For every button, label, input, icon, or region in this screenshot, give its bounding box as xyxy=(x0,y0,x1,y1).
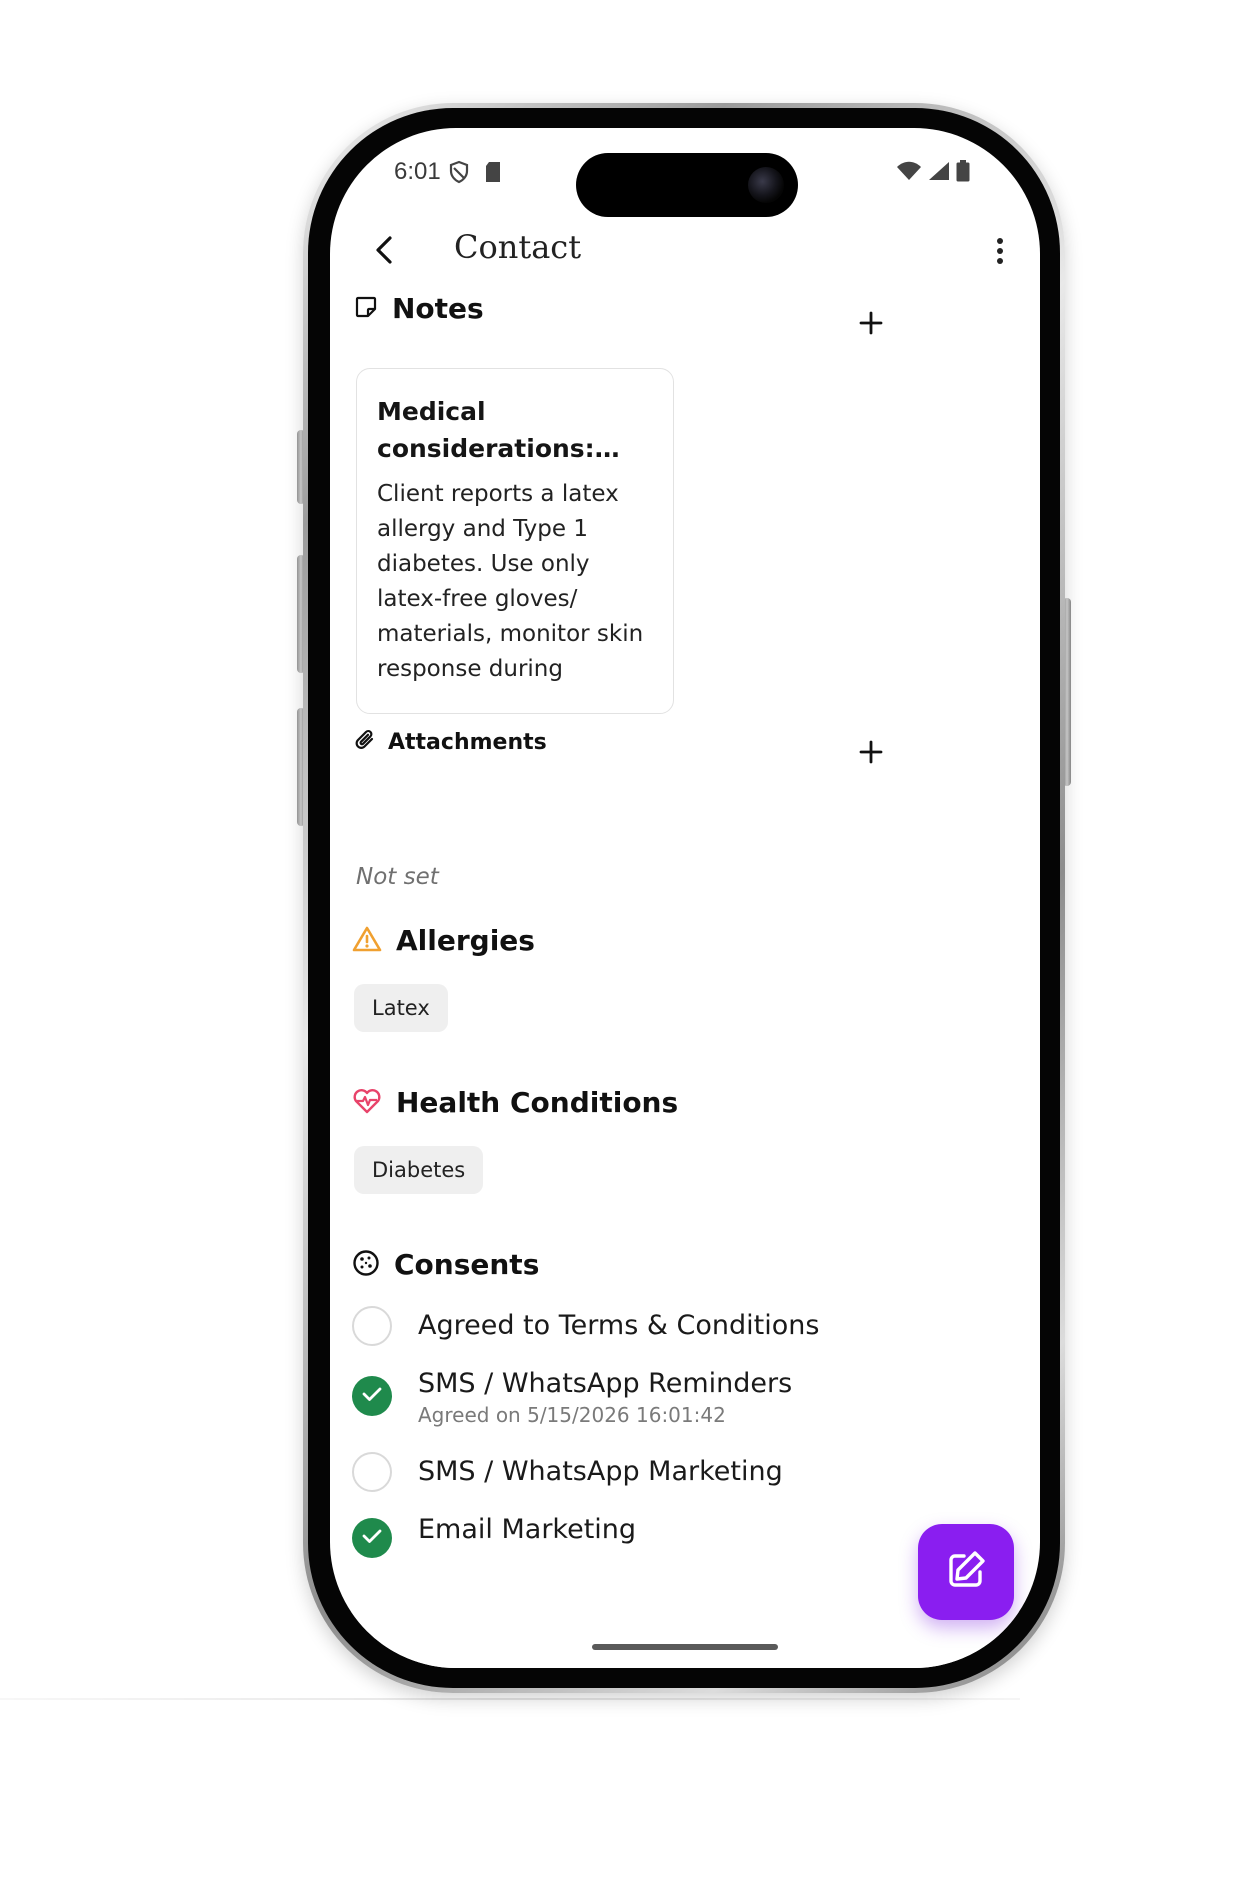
consent-row-sms-marketing[interactable]: SMS / WhatsApp Marketing xyxy=(352,1452,783,1492)
note-body: Client reports a latex allergy and Type … xyxy=(377,481,644,682)
health-conditions-header: Health Conditions xyxy=(352,1086,678,1119)
battery-icon xyxy=(956,160,970,186)
attachments-empty-text: Not set xyxy=(356,864,439,890)
notes-header: Notes xyxy=(354,292,484,325)
consent-label: Email Marketing xyxy=(418,1514,637,1545)
consent-checkbox-checked[interactable] xyxy=(352,1518,392,1558)
consent-checkbox-checked[interactable] xyxy=(352,1376,392,1416)
sd-card-icon xyxy=(484,161,502,187)
plus-icon xyxy=(859,311,883,339)
shield-icon xyxy=(448,160,470,188)
health-condition-chip: Diabetes xyxy=(354,1146,484,1194)
add-note-button[interactable] xyxy=(853,307,889,343)
consent-checkbox[interactable] xyxy=(352,1452,392,1492)
floor-reflection-line xyxy=(0,1698,1020,1700)
consent-agreed-date: Agreed on 5/15/2026 16:01:42 xyxy=(418,1403,726,1427)
note-card[interactable]: Medical considerations: latex allergy an… xyxy=(356,368,674,714)
allergy-chip: Latex xyxy=(354,984,448,1032)
phone-screen: 6:01 Contact Notes Medical consideration… xyxy=(330,128,1040,1668)
page-title: Contact xyxy=(454,228,582,266)
note-icon xyxy=(354,295,378,323)
wifi-icon xyxy=(896,161,922,185)
heartbeat-icon xyxy=(352,1087,382,1119)
consent-row-terms[interactable]: Agreed to Terms & Conditions xyxy=(352,1306,819,1346)
note-title: Medical considerations: latex allergy an… xyxy=(377,397,595,463)
check-icon xyxy=(362,1528,382,1548)
edit-fab-button[interactable] xyxy=(918,1524,1014,1620)
consent-label: SMS / WhatsApp Reminders xyxy=(418,1368,793,1399)
consent-checkbox[interactable] xyxy=(352,1306,392,1346)
attachments-title: Attachments xyxy=(388,729,547,755)
edit-icon xyxy=(944,1548,988,1596)
consent-row-email-marketing[interactable]: Email Marketing xyxy=(352,1512,636,1558)
consents-header: Consents xyxy=(352,1248,539,1281)
consent-row-sms-reminders[interactable]: SMS / WhatsApp Reminders Agreed on 5/15/… xyxy=(352,1366,792,1428)
scroll-clip xyxy=(330,1612,1040,1668)
cookie-icon xyxy=(352,1249,380,1281)
attachments-header-row: Attachments xyxy=(354,728,547,756)
front-camera xyxy=(748,167,784,203)
paperclip-icon xyxy=(354,728,376,756)
consent-label: Agreed to Terms & Conditions xyxy=(418,1310,820,1341)
allergies-header: Allergies xyxy=(352,924,535,957)
allergies-title: Allergies xyxy=(396,924,535,957)
plus-icon xyxy=(859,740,883,768)
notes-title: Notes xyxy=(392,292,484,325)
home-indicator[interactable] xyxy=(592,1644,778,1650)
check-icon xyxy=(362,1386,382,1406)
consent-label: SMS / WhatsApp Marketing xyxy=(418,1456,783,1487)
health-conditions-title: Health Conditions xyxy=(396,1086,679,1119)
back-arrow-icon[interactable] xyxy=(366,232,402,268)
status-time: 6:01 xyxy=(394,158,441,185)
consents-title: Consents xyxy=(394,1248,540,1281)
dynamic-island xyxy=(576,153,798,217)
more-vert-icon[interactable] xyxy=(988,234,1012,268)
add-attachment-button[interactable] xyxy=(853,736,889,772)
warning-icon xyxy=(352,925,382,957)
cell-signal-icon xyxy=(928,161,950,185)
